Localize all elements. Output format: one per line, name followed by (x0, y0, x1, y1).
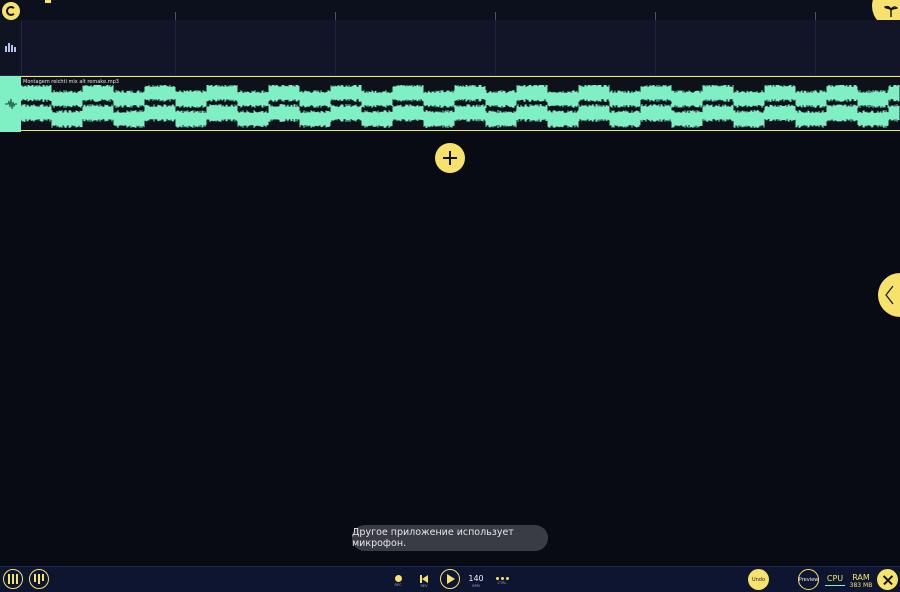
timeline-ruler[interactable] (0, 0, 900, 21)
chevron-left-icon[interactable] (878, 273, 900, 317)
ruler-tick (815, 12, 816, 20)
drum-pattern-icon[interactable] (0, 20, 22, 75)
audio-clip[interactable]: Montagem reichti mix alt remake.mp3 (21, 76, 900, 131)
play-icon (440, 569, 460, 589)
ruler-tick (175, 12, 176, 20)
mixer-icon[interactable] (3, 569, 23, 589)
waveform-icon[interactable] (0, 76, 21, 132)
waveform-channel (21, 104, 900, 128)
rewind-button[interactable]: REV (416, 571, 432, 591)
ctrl-button[interactable]: CTRL (492, 571, 512, 591)
play-button[interactable] (439, 568, 461, 590)
bar-divider (655, 20, 656, 75)
ruler-tick (655, 12, 656, 20)
ruler-tick (335, 12, 336, 20)
add-track-button[interactable] (435, 143, 465, 173)
bpm-control[interactable]: 140 BPM (466, 571, 486, 591)
bar-divider (175, 20, 176, 75)
more-icon (495, 577, 509, 580)
close-icon[interactable] (877, 569, 898, 590)
undo-button[interactable]: Undo (748, 569, 769, 590)
cpu-level-bar (825, 585, 845, 586)
effects-icon[interactable] (29, 569, 49, 589)
rewind-icon (420, 574, 428, 583)
bar-divider (335, 20, 336, 75)
bar-divider (495, 20, 496, 75)
toast-message: Другое приложение использует микрофон. (352, 525, 548, 551)
audio-waveform (21, 85, 900, 128)
pattern-lane[interactable] (0, 20, 900, 76)
transport-bar: REC REV 140 BPM CTRL Undo Preview CPU RA… (0, 566, 900, 592)
record-icon (394, 575, 402, 582)
record-button[interactable]: REC (390, 571, 406, 591)
ram-meter: RAM 383 MB (849, 573, 873, 589)
audio-track[interactable]: Montagem reichti mix alt remake.mp3 (0, 76, 900, 132)
preview-button[interactable]: Preview (798, 569, 819, 590)
logo-icon[interactable] (2, 2, 20, 20)
waveform-channel (21, 85, 900, 108)
bar-divider (815, 20, 816, 75)
cpu-meter: CPU (824, 572, 846, 588)
playhead-marker[interactable] (45, 0, 51, 3)
ruler-tick (495, 12, 496, 20)
